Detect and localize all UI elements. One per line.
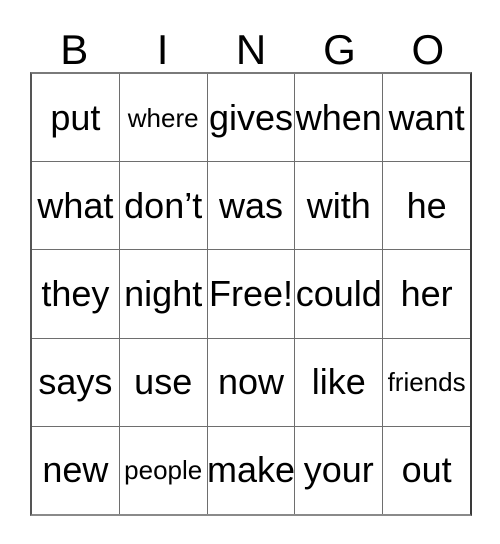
bingo-row: they night Free! could her [32,249,470,338]
bingo-cell[interactable]: don’t [118,162,207,250]
bingo-cell[interactable]: with [294,162,382,250]
bingo-cell[interactable]: make [206,426,294,515]
bingo-cell[interactable]: could [294,250,382,338]
bingo-cell[interactable]: was [206,162,295,250]
bingo-cell[interactable]: night [118,250,207,338]
bingo-cell[interactable]: want [382,74,470,162]
bingo-row: says use now like friends [32,337,470,426]
header-letter-b: B [60,26,89,73]
bingo-cell[interactable]: like [294,338,382,426]
bingo-cell[interactable]: they [32,250,119,337]
bingo-cell[interactable]: gives [206,74,295,162]
bingo-header: B I N G O [30,22,472,72]
bingo-cell[interactable]: out [382,426,470,515]
bingo-card: B I N G O put where gives when want what… [0,0,500,544]
bingo-cell[interactable]: he [382,162,470,250]
bingo-row: new people make your out [32,425,470,515]
bingo-cell[interactable]: her [382,250,470,338]
bingo-row: put where gives when want [32,74,470,162]
bingo-cell[interactable]: friends [382,338,470,426]
bingo-grid: put where gives when want what don’t was… [30,72,472,516]
header-letter-g: G [323,26,356,73]
header-letter-n: N [235,26,267,73]
bingo-cell[interactable]: new [32,427,119,514]
bingo-cell[interactable]: where [118,74,207,162]
bingo-cell[interactable]: people [118,426,207,515]
bingo-row: what don’t was with he [32,161,470,250]
bingo-cell[interactable]: put [32,74,119,161]
bingo-cell-free-space[interactable]: Free! [206,250,295,338]
bingo-cell[interactable]: your [294,426,382,515]
bingo-cell[interactable]: when [294,74,382,162]
bingo-cell[interactable]: use [118,338,207,426]
bingo-cell[interactable]: says [32,339,119,426]
bingo-cell[interactable]: now [206,338,295,426]
header-letter-o: O [411,26,445,73]
header-letter-i: I [156,26,169,73]
bingo-cell[interactable]: what [32,162,119,249]
